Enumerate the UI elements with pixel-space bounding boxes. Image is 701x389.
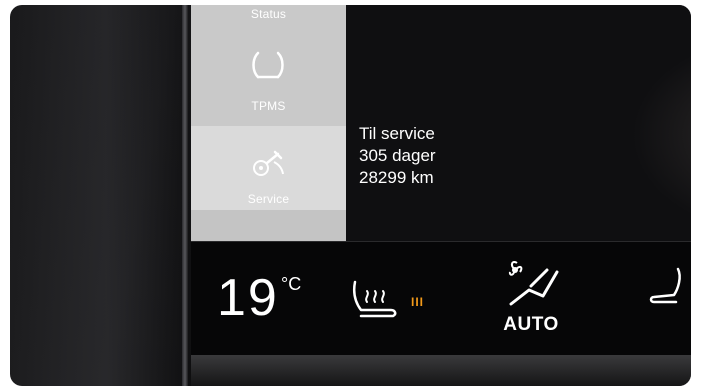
sidebar-menu: Status TPMS Service bbox=[191, 5, 346, 241]
auto-label: AUTO bbox=[503, 314, 559, 335]
sidebar-item-service[interactable]: Service bbox=[191, 126, 346, 210]
device-frame: Status TPMS Service Til service 305 dage… bbox=[10, 5, 691, 386]
temperature-unit: °C bbox=[281, 274, 302, 294]
sidebar-item-label: TPMS bbox=[251, 99, 286, 113]
service-days-remaining: 305 dager bbox=[359, 146, 436, 165]
infotainment-screen: Status TPMS Service Til service 305 dage… bbox=[191, 5, 691, 355]
sidebar-filler bbox=[191, 210, 346, 241]
auto-climate-button[interactable]: AUTO bbox=[491, 260, 571, 340]
service-info-panel: Til service 305 dager 28299 km bbox=[359, 123, 436, 189]
climate-bar: 19 °C III AUTO bbox=[191, 242, 691, 355]
bottom-trim bbox=[191, 355, 691, 386]
sidebar-item-status[interactable]: Status bbox=[191, 5, 346, 29]
seat-heater-icon[interactable] bbox=[351, 280, 403, 322]
fan-airflow-icon bbox=[508, 260, 559, 306]
screen-reflection bbox=[631, 35, 691, 235]
service-title: Til service bbox=[359, 124, 435, 143]
service-wrench-icon bbox=[253, 150, 284, 176]
seat-heat-level: III bbox=[411, 295, 425, 309]
tire-pressure-icon bbox=[252, 51, 284, 79]
sidebar-item-tpms[interactable]: TPMS bbox=[191, 35, 346, 123]
sidebar-item-label: Status bbox=[250, 7, 287, 21]
glass-reflection bbox=[10, 5, 185, 386]
temperature-value[interactable]: 19 bbox=[217, 272, 279, 324]
service-distance-remaining: 28299 km bbox=[359, 168, 434, 187]
passenger-seat-icon[interactable] bbox=[648, 267, 684, 307]
bezel-edge bbox=[182, 5, 188, 386]
sidebar-item-label: Service bbox=[247, 192, 290, 206]
